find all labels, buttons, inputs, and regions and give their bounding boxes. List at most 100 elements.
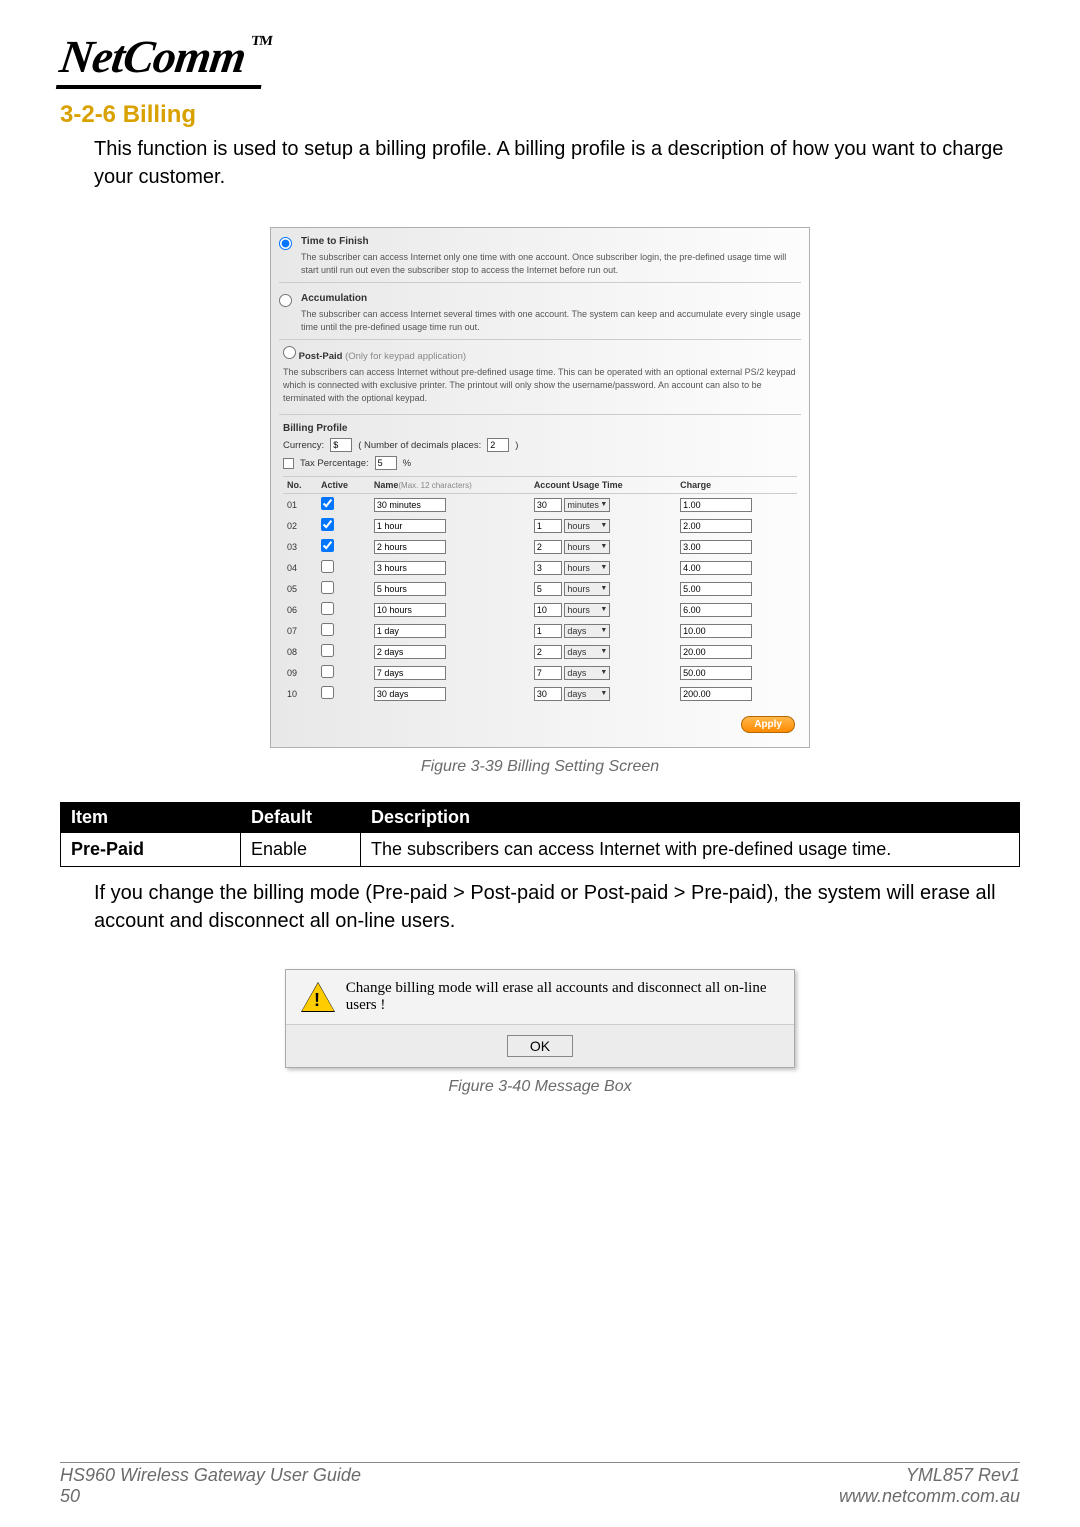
name-input[interactable]	[374, 645, 446, 659]
unit-select[interactable]: days▼	[564, 687, 610, 701]
footer-guide-title: HS960 Wireless Gateway User Guide	[60, 1465, 361, 1486]
charge-input[interactable]	[680, 603, 752, 617]
unit-select[interactable]: hours▼	[564, 561, 610, 575]
tax-checkbox[interactable]	[283, 458, 294, 469]
tax-input[interactable]	[375, 456, 397, 470]
name-input[interactable]	[374, 519, 446, 533]
logo-tm: TM	[250, 34, 273, 49]
charge-input[interactable]	[680, 582, 752, 596]
desc-item: Pre-Paid	[71, 839, 144, 859]
radio-time-to-finish[interactable]	[279, 237, 292, 250]
table-row: 03 hours▼	[283, 536, 797, 557]
charge-input[interactable]	[680, 687, 752, 701]
cell-no: 02	[283, 515, 317, 536]
qty-input[interactable]	[534, 561, 562, 575]
qty-input[interactable]	[534, 624, 562, 638]
apply-button[interactable]: Apply	[741, 716, 795, 733]
decimals-close: )	[515, 440, 518, 451]
ok-button[interactable]: OK	[507, 1035, 573, 1057]
table-row: 10 days▼	[283, 683, 797, 704]
unit-select[interactable]: days▼	[564, 645, 610, 659]
cell-no: 08	[283, 641, 317, 662]
active-checkbox[interactable]	[321, 665, 334, 678]
figure-40-caption: Figure 3-40 Message Box	[60, 1078, 1020, 1096]
qty-input[interactable]	[534, 687, 562, 701]
unit-select[interactable]: days▼	[564, 624, 610, 638]
charge-input[interactable]	[680, 561, 752, 575]
active-checkbox[interactable]	[321, 560, 334, 573]
active-checkbox[interactable]	[321, 602, 334, 615]
currency-input[interactable]	[330, 438, 352, 452]
col-usage: Account Usage Time	[530, 477, 676, 494]
mode-accumulation-desc: The subscriber can access Internet sever…	[301, 308, 801, 333]
charge-input[interactable]	[680, 666, 752, 680]
desc-default: Enable	[241, 833, 361, 867]
radio-post-paid[interactable]	[283, 346, 296, 359]
active-checkbox[interactable]	[321, 686, 334, 699]
table-row: 01 minutes▼	[283, 494, 797, 516]
qty-input[interactable]	[534, 603, 562, 617]
unit-select[interactable]: minutes▼	[564, 498, 610, 512]
qty-input[interactable]	[534, 498, 562, 512]
billing-table: No. Active Name(Max. 12 characters) Acco…	[283, 476, 797, 704]
name-input[interactable]	[374, 687, 446, 701]
active-checkbox[interactable]	[321, 539, 334, 552]
cell-no: 05	[283, 578, 317, 599]
table-row: 04 hours▼	[283, 557, 797, 578]
logo: NetCommTM	[60, 30, 1020, 89]
mode-postpaid-subtitle: (Only for keypad application)	[345, 351, 466, 362]
cell-no: 01	[283, 494, 317, 516]
unit-select[interactable]: hours▼	[564, 540, 610, 554]
tax-label: Tax Percentage:	[300, 458, 369, 469]
currency-label: Currency:	[283, 440, 324, 451]
mode-postpaid-desc: The subscribers can access Internet with…	[283, 366, 797, 404]
tax-unit: %	[403, 458, 411, 469]
table-row: 06 hours▼	[283, 599, 797, 620]
active-checkbox[interactable]	[321, 518, 334, 531]
mode-time-to-finish-desc: The subscriber can access Internet only …	[301, 251, 801, 276]
qty-input[interactable]	[534, 645, 562, 659]
name-input[interactable]	[374, 582, 446, 596]
qty-input[interactable]	[534, 582, 562, 596]
desc-col-item: Item	[61, 803, 241, 833]
qty-input[interactable]	[534, 666, 562, 680]
unit-select[interactable]: hours▼	[564, 582, 610, 596]
qty-input[interactable]	[534, 540, 562, 554]
name-input[interactable]	[374, 540, 446, 554]
mode-time-to-finish-title: Time to Finish	[301, 236, 801, 247]
billing-settings-screenshot: Time to Finish The subscriber can access…	[270, 227, 810, 748]
decimals-input[interactable]	[487, 438, 509, 452]
cell-no: 10	[283, 683, 317, 704]
unit-select[interactable]: days▼	[564, 666, 610, 680]
qty-input[interactable]	[534, 519, 562, 533]
active-checkbox[interactable]	[321, 581, 334, 594]
billing-profile-label: Billing Profile	[271, 417, 809, 436]
charge-input[interactable]	[680, 519, 752, 533]
table-row: 09 days▼	[283, 662, 797, 683]
charge-input[interactable]	[680, 498, 752, 512]
message-box-text: Change billing mode will erase all accou…	[346, 980, 778, 1014]
charge-input[interactable]	[680, 540, 752, 554]
description-table: Item Default Description Pre-Paid Enable…	[60, 802, 1020, 867]
table-row: 02 hours▼	[283, 515, 797, 536]
cell-no: 09	[283, 662, 317, 683]
col-active: Active	[317, 477, 370, 494]
active-checkbox[interactable]	[321, 623, 334, 636]
name-input[interactable]	[374, 624, 446, 638]
active-checkbox[interactable]	[321, 497, 334, 510]
charge-input[interactable]	[680, 624, 752, 638]
mode-postpaid-title: Post-Paid	[299, 351, 343, 362]
name-input[interactable]	[374, 666, 446, 680]
active-checkbox[interactable]	[321, 644, 334, 657]
col-name-hint: (Max. 12 characters)	[398, 481, 471, 490]
page-footer: HS960 Wireless Gateway User Guide 50 YML…	[60, 1462, 1020, 1507]
name-input[interactable]	[374, 498, 446, 512]
unit-select[interactable]: hours▼	[564, 519, 610, 533]
radio-accumulation[interactable]	[279, 294, 292, 307]
name-input[interactable]	[374, 561, 446, 575]
name-input[interactable]	[374, 603, 446, 617]
charge-input[interactable]	[680, 645, 752, 659]
table-row: 07 days▼	[283, 620, 797, 641]
mode-change-note: If you change the billing mode (Pre-paid…	[60, 879, 1020, 935]
unit-select[interactable]: hours▼	[564, 603, 610, 617]
